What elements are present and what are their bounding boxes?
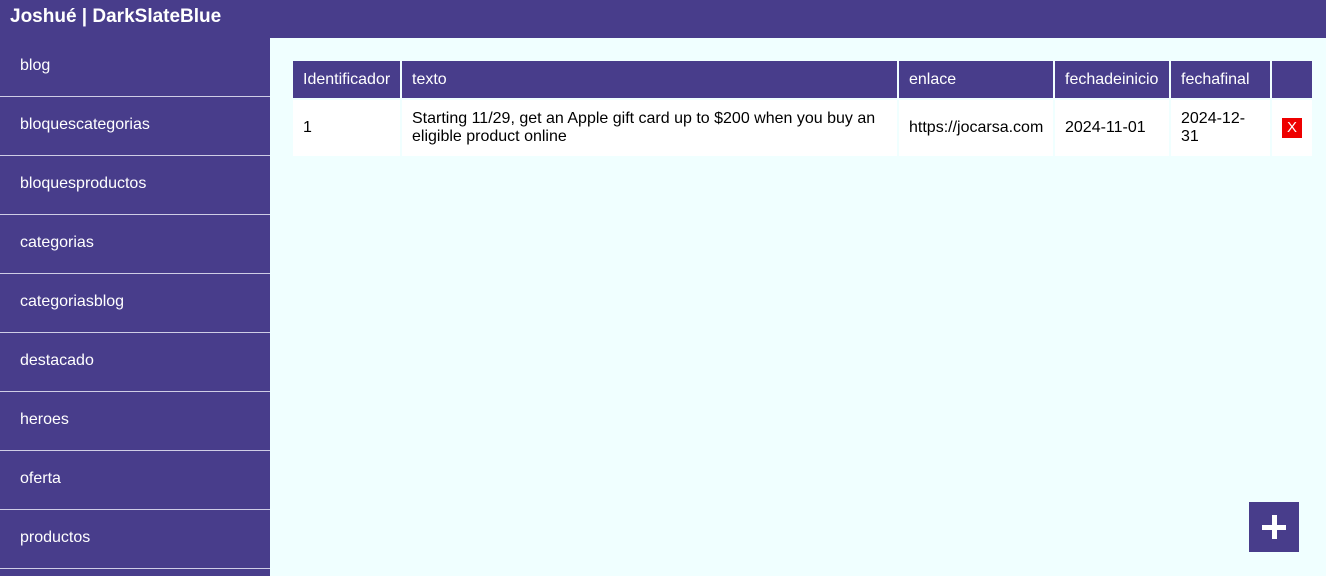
table-header-row: Identificador texto enlace fechadeinicio…	[293, 61, 1312, 98]
sidebar-item-bloquescategorias[interactable]: bloquescategorias	[0, 97, 270, 156]
sidebar-item-categorias[interactable]: categorias	[0, 215, 270, 274]
sidebar-item-productos[interactable]: productos	[0, 510, 270, 569]
sidebar-item-bloquesproductos[interactable]: bloquesproductos	[0, 156, 270, 215]
cell-enlace[interactable]: https://jocarsa.com	[899, 100, 1053, 156]
cell-identificador[interactable]: 1	[293, 100, 400, 156]
records-table: Identificador texto enlace fechadeinicio…	[291, 59, 1314, 158]
sidebar-item-heroes[interactable]: heroes	[0, 392, 270, 451]
column-header-enlace[interactable]: enlace	[899, 61, 1053, 98]
column-header-texto[interactable]: texto	[402, 61, 897, 98]
add-record-button[interactable]	[1249, 502, 1299, 552]
cell-fechadeinicio[interactable]: 2024-11-01	[1055, 100, 1169, 156]
sidebar-item-categoriasblog[interactable]: categoriasblog	[0, 274, 270, 333]
sidebar: blog bloquescategorias bloquesproductos …	[0, 38, 270, 576]
column-header-actions	[1272, 61, 1312, 98]
app-header: Joshué | DarkSlateBlue	[0, 0, 1326, 38]
column-header-fechafinal[interactable]: fechafinal	[1171, 61, 1270, 98]
cell-actions: X	[1272, 100, 1312, 156]
column-header-fechadeinicio[interactable]: fechadeinicio	[1055, 61, 1169, 98]
cell-texto[interactable]: Starting 11/29, get an Apple gift card u…	[402, 100, 897, 156]
delete-row-button[interactable]: X	[1282, 118, 1302, 138]
sidebar-item-destacado[interactable]: destacado	[0, 333, 270, 392]
column-header-identificador[interactable]: Identificador	[293, 61, 400, 98]
cell-fechafinal[interactable]: 2024-12-31	[1171, 100, 1270, 156]
app-title: Joshué | DarkSlateBlue	[10, 6, 222, 27]
main-content: Identificador texto enlace fechadeinicio…	[270, 38, 1326, 576]
sidebar-item-blog[interactable]: blog	[0, 38, 270, 97]
table-row: 1 Starting 11/29, get an Apple gift card…	[293, 100, 1312, 156]
sidebar-item-oferta[interactable]: oferta	[0, 451, 270, 510]
